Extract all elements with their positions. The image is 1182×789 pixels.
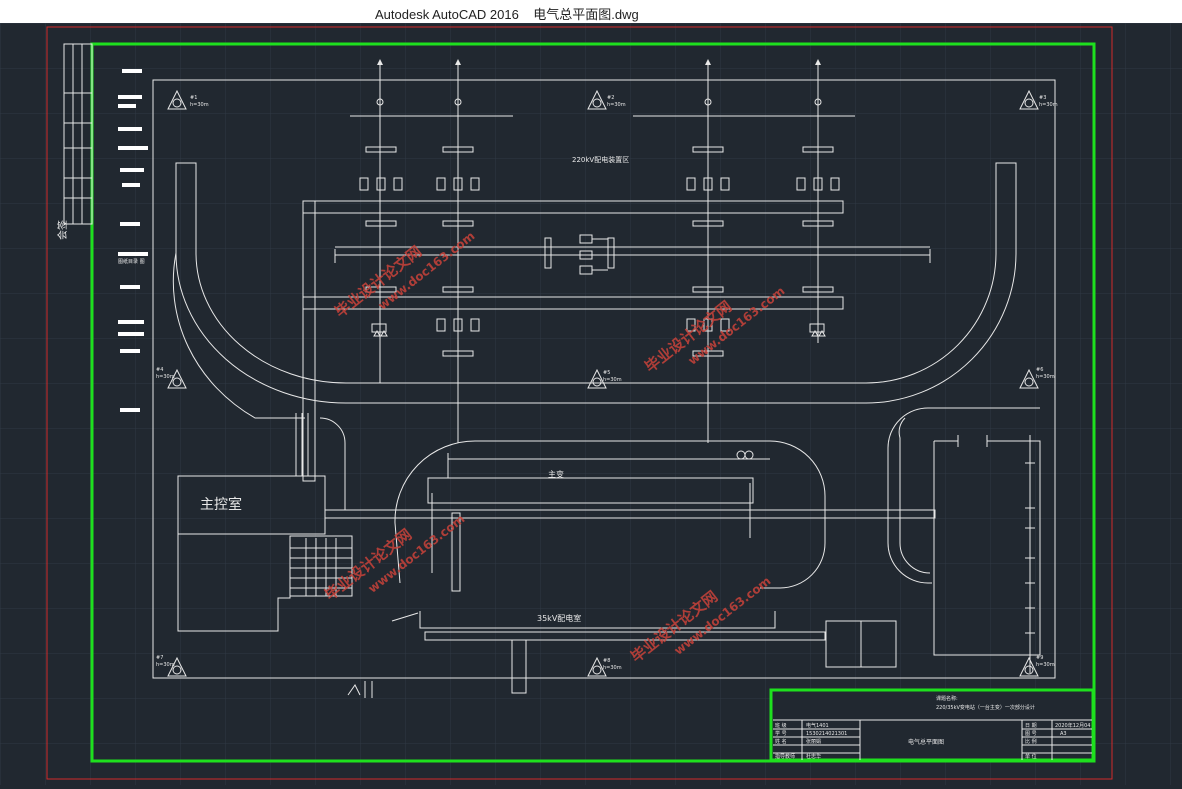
drawing-name: 电气总平面图 [908,738,944,746]
left-index-note: 图纸目录 图 [118,258,145,265]
title-block: 课题名称: 220/35kV变电站（一台主变）一次部分设计 电气总平面图 班 级… [769,688,1095,762]
svg-text:#9: #9 [1036,655,1043,661]
svg-text:h=30m: h=30m [1039,102,1058,108]
svg-text:1530214021301: 1530214021301 [806,731,847,737]
svg-text:电气1401: 电气1401 [806,722,829,729]
svg-text:学 号: 学 号 [775,730,787,737]
cad-drawing[interactable]: 会签 图纸目录 图 220kV配电装置区 主变 主控室 35kV配电室 #1 h… [0,23,1182,785]
svg-text:#6: #6 [1036,367,1043,373]
svg-text:#5: #5 [603,370,610,376]
svg-text:单 位: 单 位 [1025,753,1037,760]
svg-text:#1: #1 [190,95,197,101]
svg-text:2020年12月04: 2020年12月04 [1055,722,1090,729]
svg-text:#4: #4 [156,367,163,373]
svg-text:日 期: 日 期 [1025,723,1037,729]
svg-text:#7: #7 [156,655,163,661]
svg-text:h=30m: h=30m [1036,662,1055,668]
svg-text:图 号: 图 号 [1025,731,1037,737]
svg-text:A3: A3 [1060,731,1067,737]
svg-text:班 级: 班 级 [775,722,787,729]
project-label: 课题名称: [936,695,958,702]
label-control-room: 主控室 [200,496,242,513]
svg-text:h=30m: h=30m [156,374,175,380]
svg-text:h=30m: h=30m [603,377,622,383]
svg-text:#8: #8 [603,658,610,664]
svg-text:h=30m: h=30m [603,665,622,671]
svg-text:#3: #3 [1039,95,1046,101]
label-220kv-area: 220kV配电装置区 [572,155,629,164]
svg-text:姓 名: 姓 名 [775,738,787,745]
title-bar: Autodesk AutoCAD 2016 电气总平面图.dwg [0,0,1182,23]
svg-text:#2: #2 [607,95,614,101]
svg-text:h=30m: h=30m [1036,374,1055,380]
svg-text:h=30m: h=30m [190,102,209,108]
svg-text:张丽娟: 张丽娟 [806,738,821,745]
svg-text:比 例: 比 例 [1025,738,1037,745]
svg-text:h=30m: h=30m [607,102,626,108]
left-strip-label: 会签 [56,220,69,240]
svg-text:h=30m: h=30m [156,662,175,668]
project-name: 220/35kV变电站（一台主变）一次部分设计 [936,704,1035,711]
svg-text:杜忠华: 杜忠华 [806,753,821,760]
label-35kv-room: 35kV配电室 [537,613,581,623]
label-main-transformer: 主变 [548,469,564,479]
svg-text:指导教师: 指导教师 [775,753,795,760]
drawing-canvas[interactable]: 会签 图纸目录 图 220kV配电装置区 主变 主控室 35kV配电室 #1 h… [0,23,1182,785]
window-title: Autodesk AutoCAD 2016 电气总平面图.dwg [375,7,639,22]
